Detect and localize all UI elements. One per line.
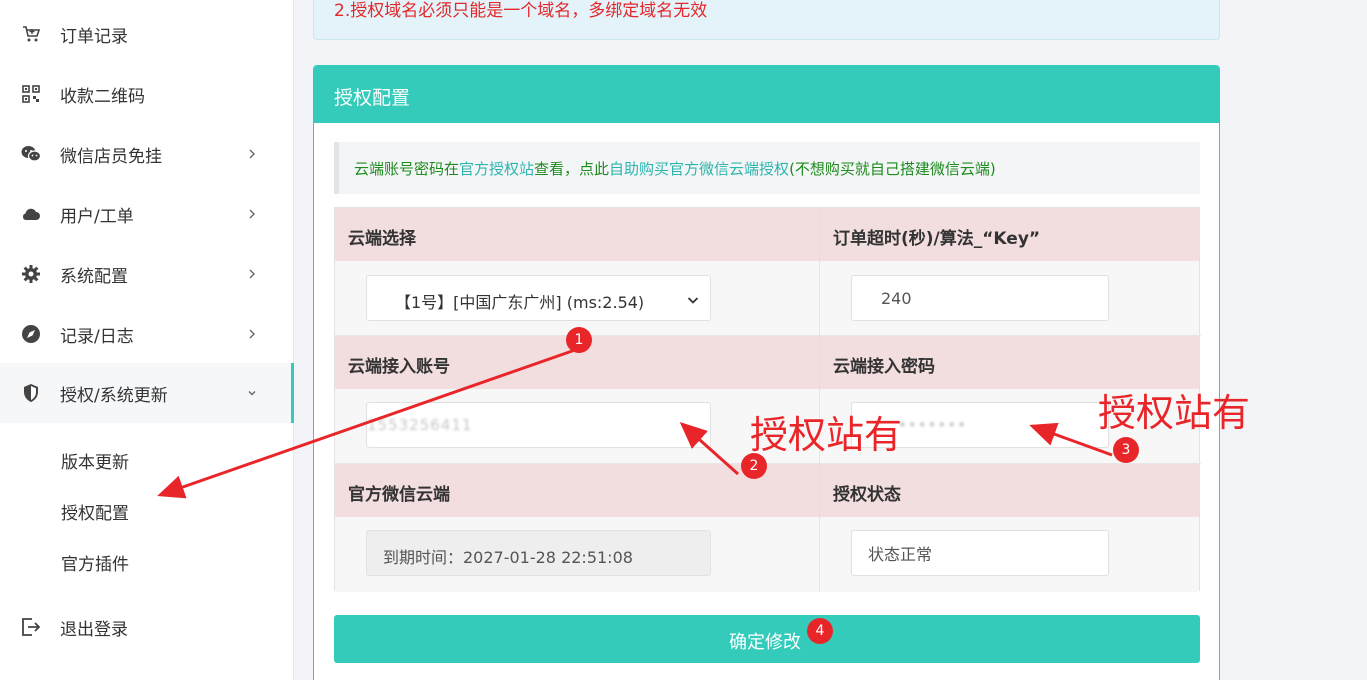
chevron-right-icon [246, 328, 258, 340]
account-cell: 1553256411 [335, 389, 820, 464]
annotation-callout-right: 授权站有 [1098, 391, 1251, 435]
cloud-select-label: 云端选择 [348, 229, 416, 249]
sidebar-subitem-official-plugins[interactable]: 官方插件 [61, 550, 129, 575]
sidebar-item-logs[interactable]: 记录/日志 [0, 304, 294, 364]
chevron-down-icon [246, 387, 258, 399]
buy-cloud-auth-link[interactable]: 自助购买官方微信云端授权 [609, 160, 789, 178]
panel-title: 授权配置 [334, 87, 411, 109]
sidebar-item-qrcode[interactable]: 收款二维码 [0, 64, 294, 124]
sidebar-item-label: 订单记录 [60, 26, 128, 47]
config-form-grid: 云端选择 订单超时(秒)/算法_“Key” 【1号】[中国广东广州] (ms:2… [334, 207, 1201, 592]
timeout-cell: 240 [820, 261, 1199, 336]
sidebar-item-label: 授权/系统更新 [60, 385, 168, 406]
panel-header: 授权配置 [314, 66, 1219, 123]
sidebar-item-label: 用户/工单 [60, 206, 134, 227]
sidebar-subitem-version-update[interactable]: 版本更新 [61, 448, 129, 473]
account-label: 云端接入账号 [348, 357, 450, 377]
auth-status-label: 授权状态 [833, 485, 901, 505]
hint-middle: 查看，点此 [534, 160, 610, 178]
annotation-badge-4: 4 [807, 618, 833, 644]
password-label: 云端接入密码 [833, 357, 935, 377]
wechat-icon [21, 144, 41, 164]
password-value-blurred: ••••••• [898, 416, 967, 434]
hint-box: 云端账号密码在官方授权站查看，点此自助购买官方微信云端授权(不想购买就自己搭建微… [334, 142, 1200, 194]
timeout-value: 240 [881, 289, 912, 308]
wechat-cloud-cell: 到期时间：2027-01-28 22:51:08 [335, 517, 820, 592]
expiry-time-field: 到期时间：2027-01-28 22:51:08 [366, 530, 711, 576]
account-input[interactable]: 1553256411 [366, 402, 711, 448]
shield-icon [21, 383, 41, 403]
cart-icon [21, 24, 41, 44]
sidebar-item-logout[interactable]: 退出登录 [0, 597, 294, 657]
sidebar-item-label: 退出登录 [60, 619, 128, 640]
sidebar-item-users[interactable]: 用户/工单 [0, 184, 294, 244]
sidebar: 订单记录 收款二维码 微信店员免挂 用户/工单 系统配置 记录/日志 授权/系统… [0, 0, 294, 680]
auth-status-value: 状态正常 [868, 545, 933, 564]
notice-text: 2.授权域名必须只能是一个域名，多绑定域名无效 [334, 1, 708, 21]
timeout-input[interactable]: 240 [851, 275, 1109, 321]
auth-status-header: 授权状态 [820, 464, 1199, 517]
hint-prefix: 云端账号密码在 [354, 160, 460, 178]
auth-status-cell: 状态正常 [820, 517, 1199, 592]
annotation-badge-3: 3 [1113, 437, 1139, 463]
annotation-callout-left: 授权站有 [750, 413, 903, 457]
sidebar-subitem-auth-config[interactable]: 授权配置 [61, 499, 129, 524]
compass-icon [21, 324, 41, 344]
account-value-blurred: 1553256411 [367, 416, 473, 434]
qrcode-icon [21, 84, 41, 104]
sidebar-item-auth-update[interactable]: 授权/系统更新 [0, 363, 294, 423]
chevron-right-icon [246, 268, 258, 280]
cloud-icon [21, 204, 41, 224]
cloud-select-header: 云端选择 [335, 208, 820, 261]
auth-config-panel: 授权配置 云端账号密码在官方授权站查看，点此自助购买官方微信云端授权(不想购买就… [313, 65, 1220, 680]
submit-button[interactable]: 确定修改 [334, 615, 1200, 663]
sidebar-item-orders[interactable]: 订单记录 [0, 4, 294, 64]
sidebar-item-label: 微信店员免挂 [60, 146, 162, 167]
hint-suffix: (不想购买就自己搭建微信云端) [789, 160, 996, 178]
row-divider [335, 463, 1201, 464]
annotation-badge-1: 1 [566, 327, 592, 353]
gear-icon [21, 264, 41, 284]
chevron-right-icon [246, 148, 258, 160]
timeout-header: 订单超时(秒)/算法_“Key” [820, 208, 1199, 261]
chevron-right-icon [246, 208, 258, 220]
chevron-down-icon [686, 292, 700, 306]
submit-label: 确定修改 [729, 632, 801, 653]
auth-status-field: 状态正常 [851, 530, 1109, 576]
notice-box: 2.授权域名必须只能是一个域名，多绑定域名无效 [313, 0, 1220, 40]
expiry-time-value: 到期时间：2027-01-28 22:51:08 [383, 548, 633, 567]
sidebar-item-wechat[interactable]: 微信店员免挂 [0, 124, 294, 184]
sidebar-item-system-config[interactable]: 系统配置 [0, 244, 294, 304]
cloud-select-value: 【1号】[中国广东广州] (ms:2.54) [395, 293, 645, 312]
logout-icon [21, 617, 41, 637]
hint-text: 云端账号密码在官方授权站查看，点此自助购买官方微信云端授权(不想购买就自己搭建微… [354, 158, 996, 179]
wechat-cloud-label: 官方微信云端 [348, 485, 450, 505]
sidebar-item-label: 收款二维码 [60, 86, 145, 107]
cloud-select-dropdown[interactable]: 【1号】[中国广东广州] (ms:2.54) [366, 275, 711, 321]
official-auth-site-link[interactable]: 官方授权站 [459, 160, 534, 178]
timeout-label: 订单超时(秒)/算法_“Key” [833, 229, 1041, 249]
row-divider [335, 335, 1201, 336]
sidebar-item-label: 系统配置 [60, 266, 128, 287]
cloud-select-cell: 【1号】[中国广东广州] (ms:2.54) [335, 261, 820, 336]
sidebar-item-label: 记录/日志 [60, 326, 134, 347]
